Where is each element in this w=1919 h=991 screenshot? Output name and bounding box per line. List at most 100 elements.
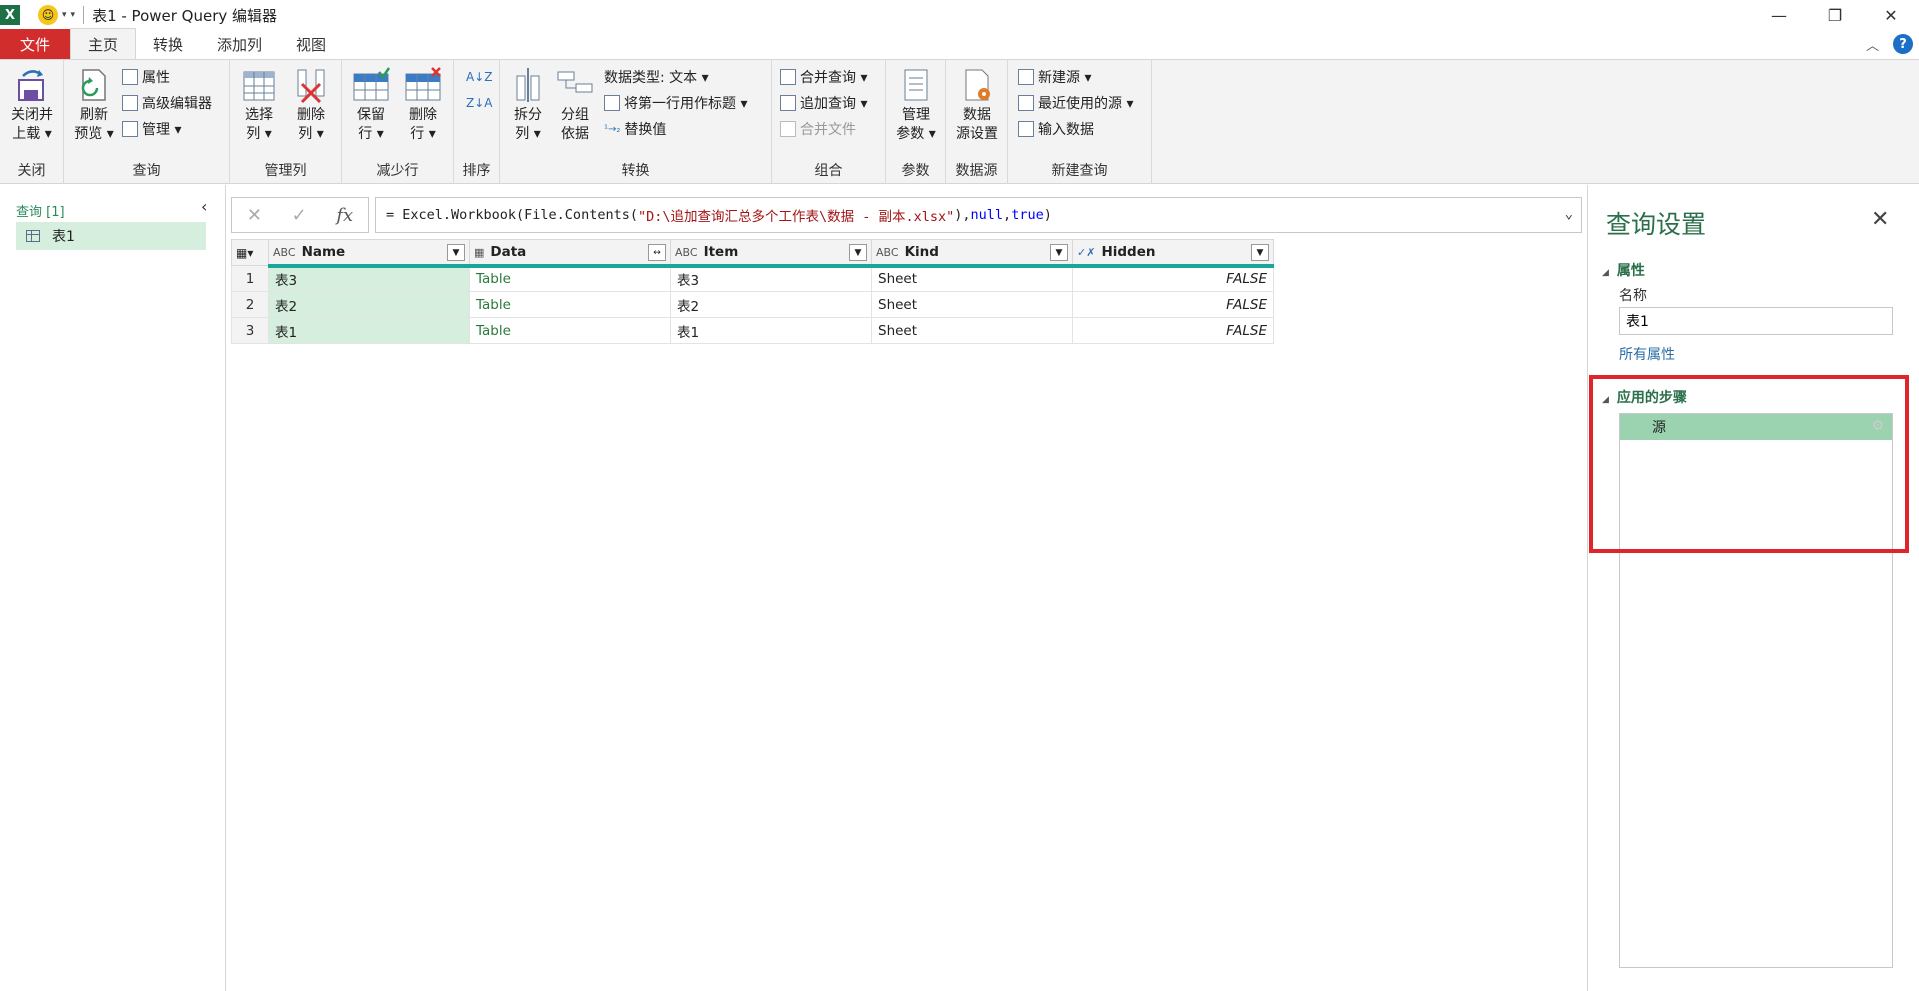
query-name-input[interactable] <box>1619 307 1893 335</box>
remove-columns-button[interactable]: 删除 列 ▾ <box>286 66 336 144</box>
minimize-button[interactable]: — <box>1751 0 1807 30</box>
collapse-triangle-icon[interactable]: ◢ <box>1602 268 1609 278</box>
help-icon[interactable]: ? <box>1893 34 1913 54</box>
confirm-formula-icon[interactable]: ✓ <box>292 205 307 226</box>
remove-rows-button[interactable]: 删除 行 ▾ <box>398 66 448 144</box>
keep-rows-button[interactable]: 保留 行 ▾ <box>346 66 396 144</box>
column-header-item[interactable]: ABC Item ▼ <box>670 239 872 268</box>
filter-dropdown-icon[interactable]: ▼ <box>447 244 465 261</box>
all-properties-link[interactable]: 所有属性 <box>1619 344 1675 364</box>
cell-name[interactable]: 表3 <box>268 265 470 292</box>
formula-path-string: "D:\追加查询汇总多个工作表\数据 - 副本.xlsx" <box>637 209 955 225</box>
cell-hidden[interactable]: FALSE <box>1072 317 1274 344</box>
remove-columns-icon <box>292 66 330 104</box>
query-item-table1[interactable]: 表1 <box>16 222 206 250</box>
properties-button[interactable]: 属性 <box>122 66 170 88</box>
column-name-label: Kind <box>904 243 939 260</box>
column-name-label: Hidden <box>1101 243 1156 260</box>
formula-suffix: ) <box>1043 207 1052 223</box>
tab-transform[interactable]: 转换 <box>136 29 200 59</box>
expand-formula-icon[interactable]: ⌄ <box>1565 206 1573 222</box>
cell-kind[interactable]: Sheet <box>871 317 1073 344</box>
qat-dropdown-icon[interactable]: ▾ <box>62 10 67 20</box>
properties-icon <box>122 69 138 85</box>
advanced-editor-button[interactable]: 高级编辑器 <box>122 92 212 114</box>
manage-parameters-button[interactable]: 管理 参数 ▾ <box>890 66 942 144</box>
group-sort: A↓Z Z↓A 排序 <box>454 60 500 184</box>
properties-section-header[interactable]: ◢ 属性 <box>1602 260 1645 280</box>
cell-data-table-link[interactable]: Table <box>469 317 671 344</box>
filter-dropdown-icon[interactable]: ▼ <box>1050 244 1068 261</box>
restore-button[interactable]: ❐ <box>1807 0 1863 30</box>
close-and-load-button[interactable]: 关闭并 上载 ▾ <box>6 66 58 144</box>
filter-dropdown-icon[interactable]: ▼ <box>1251 244 1269 261</box>
close-settings-icon[interactable]: ✕ <box>1871 207 1889 232</box>
sort-ascending-button[interactable]: A↓Z <box>466 66 492 88</box>
cell-name[interactable]: 表2 <box>268 291 470 318</box>
text-type-icon[interactable]: ABC <box>675 246 698 259</box>
column-name-label: Item <box>703 243 739 260</box>
tab-view[interactable]: 视图 <box>279 29 343 59</box>
filter-dropdown-icon[interactable]: ▼ <box>849 244 867 261</box>
tab-add-column[interactable]: 添加列 <box>200 29 279 59</box>
fx-icon[interactable]: fx <box>336 205 353 226</box>
text-type-icon[interactable]: ABC <box>876 246 899 259</box>
column-header-name[interactable]: ABC Name ▼ <box>268 239 470 268</box>
cell-kind[interactable]: Sheet <box>871 291 1073 318</box>
use-first-row-as-headers-button[interactable]: 将第一行用作标题 ▾ <box>604 92 747 114</box>
refresh-preview-button[interactable]: 刷新 预览 ▾ <box>72 66 116 144</box>
choose-columns-button[interactable]: 选择 列 ▾ <box>234 66 284 144</box>
tab-file[interactable]: 文件 <box>0 29 70 59</box>
cell-item[interactable]: 表2 <box>670 291 872 318</box>
combine-files-button[interactable]: 合并文件 <box>780 118 856 140</box>
sort-ascending-icon: A↓Z <box>466 70 493 84</box>
table-type-icon[interactable]: ▦ <box>474 246 484 259</box>
manage-button[interactable]: 管理 ▾ <box>122 118 181 140</box>
cancel-formula-icon[interactable]: ✕ <box>247 205 262 226</box>
data-type-dropdown[interactable]: 数据类型: 文本 ▾ <box>604 66 709 88</box>
append-queries-button[interactable]: 追加查询 ▾ <box>780 92 867 114</box>
collapse-queries-icon[interactable]: ‹ <box>201 197 207 216</box>
tab-home[interactable]: 主页 <box>70 28 137 59</box>
collapse-ribbon-icon[interactable]: ︿ <box>1866 35 1879 54</box>
row-number[interactable]: 3 <box>231 317 269 344</box>
qat-customize-icon[interactable]: ▾ <box>71 10 76 20</box>
remove-rows-icon <box>404 66 442 104</box>
grid-corner-menu[interactable]: ▦▾ <box>231 239 269 266</box>
group-by-button[interactable]: 分组 依据 <box>552 66 598 144</box>
column-header-hidden[interactable]: ✓✗ Hidden ▼ <box>1072 239 1274 268</box>
cell-name[interactable]: 表1 <box>268 317 470 344</box>
cell-data-table-link[interactable]: Table <box>469 265 671 292</box>
close-window-button[interactable]: ✕ <box>1863 0 1919 30</box>
expand-column-icon[interactable]: ↔ <box>648 244 666 261</box>
new-source-button[interactable]: 新建源 ▾ <box>1018 66 1091 88</box>
append-queries-icon <box>780 95 796 111</box>
column-header-kind[interactable]: ABC Kind ▼ <box>871 239 1073 268</box>
column-header-data[interactable]: ▦ Data ↔ <box>469 239 671 268</box>
query-item-label: 表1 <box>52 229 75 245</box>
row-number[interactable]: 1 <box>231 265 269 292</box>
split-label-1: 拆分 <box>514 107 542 123</box>
group-query: 刷新 预览 ▾ 属性 高级编辑器 管理 ▾ 查询 <box>64 60 230 184</box>
title-bar: X ☺ ▾ ▾ 表1 - Power Query 编辑器 — ❐ ✕ <box>0 0 1919 30</box>
replace-values-button[interactable]: ¹→₂ 替换值 <box>604 118 666 140</box>
cell-kind[interactable]: Sheet <box>871 265 1073 292</box>
cell-item[interactable]: 表3 <box>670 265 872 292</box>
logical-type-icon[interactable]: ✓✗ <box>1077 246 1095 259</box>
cell-item[interactable]: 表1 <box>670 317 872 344</box>
cell-hidden[interactable]: FALSE <box>1072 291 1274 318</box>
merge-queries-button[interactable]: 合并查询 ▾ <box>780 66 867 88</box>
data-source-settings-button[interactable]: 数据 源设置 <box>950 66 1004 144</box>
sort-descending-button[interactable]: Z↓A <box>466 92 492 114</box>
text-type-icon[interactable]: ABC <box>273 246 296 259</box>
cell-data-table-link[interactable]: Table <box>469 291 671 318</box>
replace-values-label: 替换值 <box>624 122 667 138</box>
recent-sources-button[interactable]: 最近使用的源 ▾ <box>1018 92 1133 114</box>
cell-hidden[interactable]: FALSE <box>1072 265 1274 292</box>
split-column-button[interactable]: 拆分 列 ▾ <box>508 66 548 144</box>
formula-buttons: ✕ ✓ fx <box>231 197 369 233</box>
formula-input[interactable]: = Excel.Workbook(File.Contents("D:\追加查询汇… <box>375 197 1582 233</box>
enter-data-button[interactable]: 输入数据 <box>1018 118 1094 140</box>
feedback-smiley-icon[interactable]: ☺ <box>38 5 58 25</box>
row-number[interactable]: 2 <box>231 291 269 318</box>
